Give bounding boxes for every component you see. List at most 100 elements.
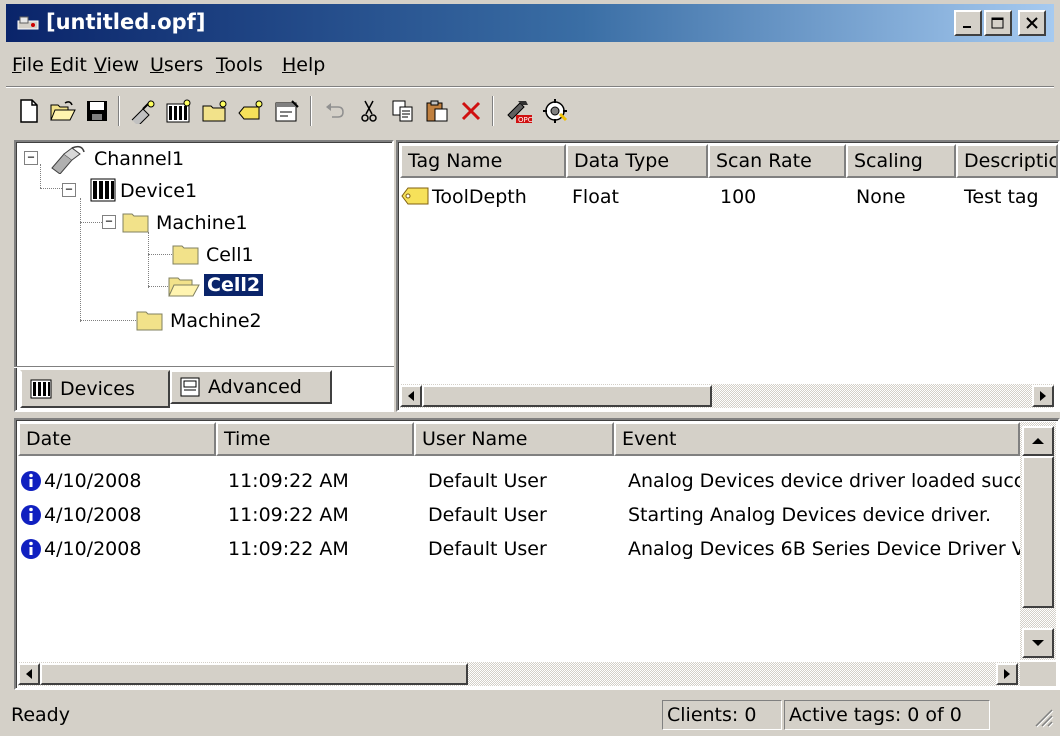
scroll-right-button[interactable]: [996, 663, 1018, 685]
delete-button[interactable]: [454, 94, 488, 128]
menu-file[interactable]: File: [12, 54, 44, 76]
device-icon: [30, 379, 52, 399]
toolbar-separator: [492, 96, 494, 126]
open-button[interactable]: [46, 94, 80, 128]
tag-list-panel: [396, 140, 1060, 412]
log-time-cell: 11:09:22 AM: [228, 470, 349, 492]
column-header-user-name[interactable]: User Name: [414, 422, 614, 456]
column-header-tag-name[interactable]: Tag Name: [400, 144, 566, 178]
scroll-thumb[interactable]: [40, 663, 468, 685]
scrollbar-corner: [1020, 662, 1056, 686]
tree-item-device1[interactable]: Device1: [120, 180, 197, 202]
scroll-up-button[interactable]: [1022, 426, 1054, 456]
column-header-description[interactable]: Descriptic: [956, 144, 1058, 178]
scaling-cell: None: [856, 186, 906, 208]
save-button[interactable]: [80, 94, 114, 128]
device-icon: [90, 178, 116, 202]
menu-separator: [6, 86, 1054, 88]
expand-toggle-machine1[interactable]: −: [102, 215, 116, 229]
column-header-data-type[interactable]: Data Type: [566, 144, 708, 178]
info-icon: [21, 471, 41, 491]
cut-button[interactable]: [352, 94, 386, 128]
size-grip-icon[interactable]: [1030, 704, 1054, 730]
tab-strip-line: [14, 366, 394, 368]
description-cell: Test tag: [964, 186, 1039, 208]
column-header-scaling[interactable]: Scaling: [846, 144, 956, 178]
toolbar-separator: [118, 96, 120, 126]
opc-quick-client-icon: OPC: [507, 101, 533, 124]
close-button[interactable]: [1018, 10, 1046, 36]
log-time-cell: 11:09:22 AM: [228, 538, 349, 560]
tree-item-cell1[interactable]: Cell1: [206, 244, 254, 266]
menu-users[interactable]: Users: [150, 54, 203, 76]
new-icon: [20, 99, 38, 123]
save-icon: [87, 101, 107, 121]
undo-icon: [326, 103, 344, 118]
scroll-down-button[interactable]: [1022, 628, 1054, 658]
info-icon: [21, 539, 41, 559]
tag-name-cell: ToolDepth: [432, 186, 527, 208]
scroll-thumb[interactable]: [422, 385, 712, 407]
title-bar[interactable]: [untitled.opf]: [6, 4, 1054, 42]
tab-advanced[interactable]: Advanced: [170, 370, 332, 404]
tree-item-machine2[interactable]: Machine2: [170, 310, 262, 332]
close-icon: [1026, 17, 1038, 29]
menu-help[interactable]: Help: [282, 54, 325, 76]
status-clients: Clients: 0: [662, 700, 782, 730]
copy-icon: [392, 100, 413, 122]
new-channel-icon: [131, 100, 155, 124]
maximize-button[interactable]: [984, 10, 1012, 36]
opc-quick-client-button[interactable]: OPC: [502, 94, 536, 128]
arrow-left-icon: [26, 669, 32, 679]
menu-bar: File Edit View Users Tools Help: [6, 48, 1054, 84]
new-button[interactable]: [12, 94, 46, 128]
menu-tools[interactable]: Tools: [216, 54, 263, 76]
scroll-left-button[interactable]: [18, 663, 40, 685]
new-group-icon: [202, 100, 227, 122]
copy-button[interactable]: [386, 94, 420, 128]
runtime-connect-button[interactable]: [538, 94, 572, 128]
new-tag-button[interactable]: [234, 94, 268, 128]
toolbar-separator: [310, 96, 312, 126]
minimize-button[interactable]: [954, 10, 982, 36]
scroll-left-button[interactable]: [400, 385, 422, 407]
new-device-button[interactable]: [162, 94, 196, 128]
window-title: [untitled.opf]: [46, 10, 206, 34]
scroll-thumb[interactable]: [1022, 456, 1054, 608]
open-folder-icon: [168, 277, 200, 297]
column-header-event[interactable]: Event: [614, 422, 1020, 456]
expand-toggle-channel[interactable]: −: [24, 151, 38, 165]
data-type-cell: Float: [572, 186, 619, 208]
cut-icon: [361, 100, 377, 122]
expand-toggle-device[interactable]: −: [62, 183, 76, 197]
log-date-cell: 4/10/2008: [44, 538, 142, 560]
log-user-cell: Default User: [428, 504, 547, 526]
advanced-icon: [180, 377, 200, 397]
log-date-cell: 4/10/2008: [44, 470, 142, 492]
undo-button[interactable]: [318, 94, 352, 128]
folder-icon: [172, 245, 199, 265]
delete-icon: [461, 101, 481, 121]
menu-edit[interactable]: Edit: [50, 54, 87, 76]
scroll-right-button[interactable]: [1032, 385, 1054, 407]
tree-line: [148, 232, 149, 288]
properties-button[interactable]: [270, 94, 304, 128]
new-group-button[interactable]: [198, 94, 232, 128]
column-header-time[interactable]: Time: [216, 422, 414, 456]
column-header-date[interactable]: Date: [18, 422, 216, 456]
open-icon: [50, 101, 76, 121]
toolbar: OPC: [6, 90, 1054, 134]
tree-item-cell2[interactable]: Cell2: [202, 273, 265, 297]
log-user-cell: Default User: [428, 470, 547, 492]
menu-view[interactable]: View: [94, 54, 139, 76]
new-channel-button[interactable]: [126, 94, 160, 128]
runtime-connect-icon: [543, 99, 568, 123]
status-text: Ready: [11, 704, 70, 726]
app-icon: [17, 16, 39, 30]
tab-devices[interactable]: Devices: [20, 370, 170, 408]
tree-item-channel1[interactable]: Channel1: [94, 148, 184, 170]
column-header-scan-rate[interactable]: Scan Rate: [708, 144, 846, 178]
arrow-right-icon: [1040, 391, 1046, 401]
paste-button[interactable]: [420, 94, 454, 128]
tree-item-machine1[interactable]: Machine1: [156, 212, 248, 234]
